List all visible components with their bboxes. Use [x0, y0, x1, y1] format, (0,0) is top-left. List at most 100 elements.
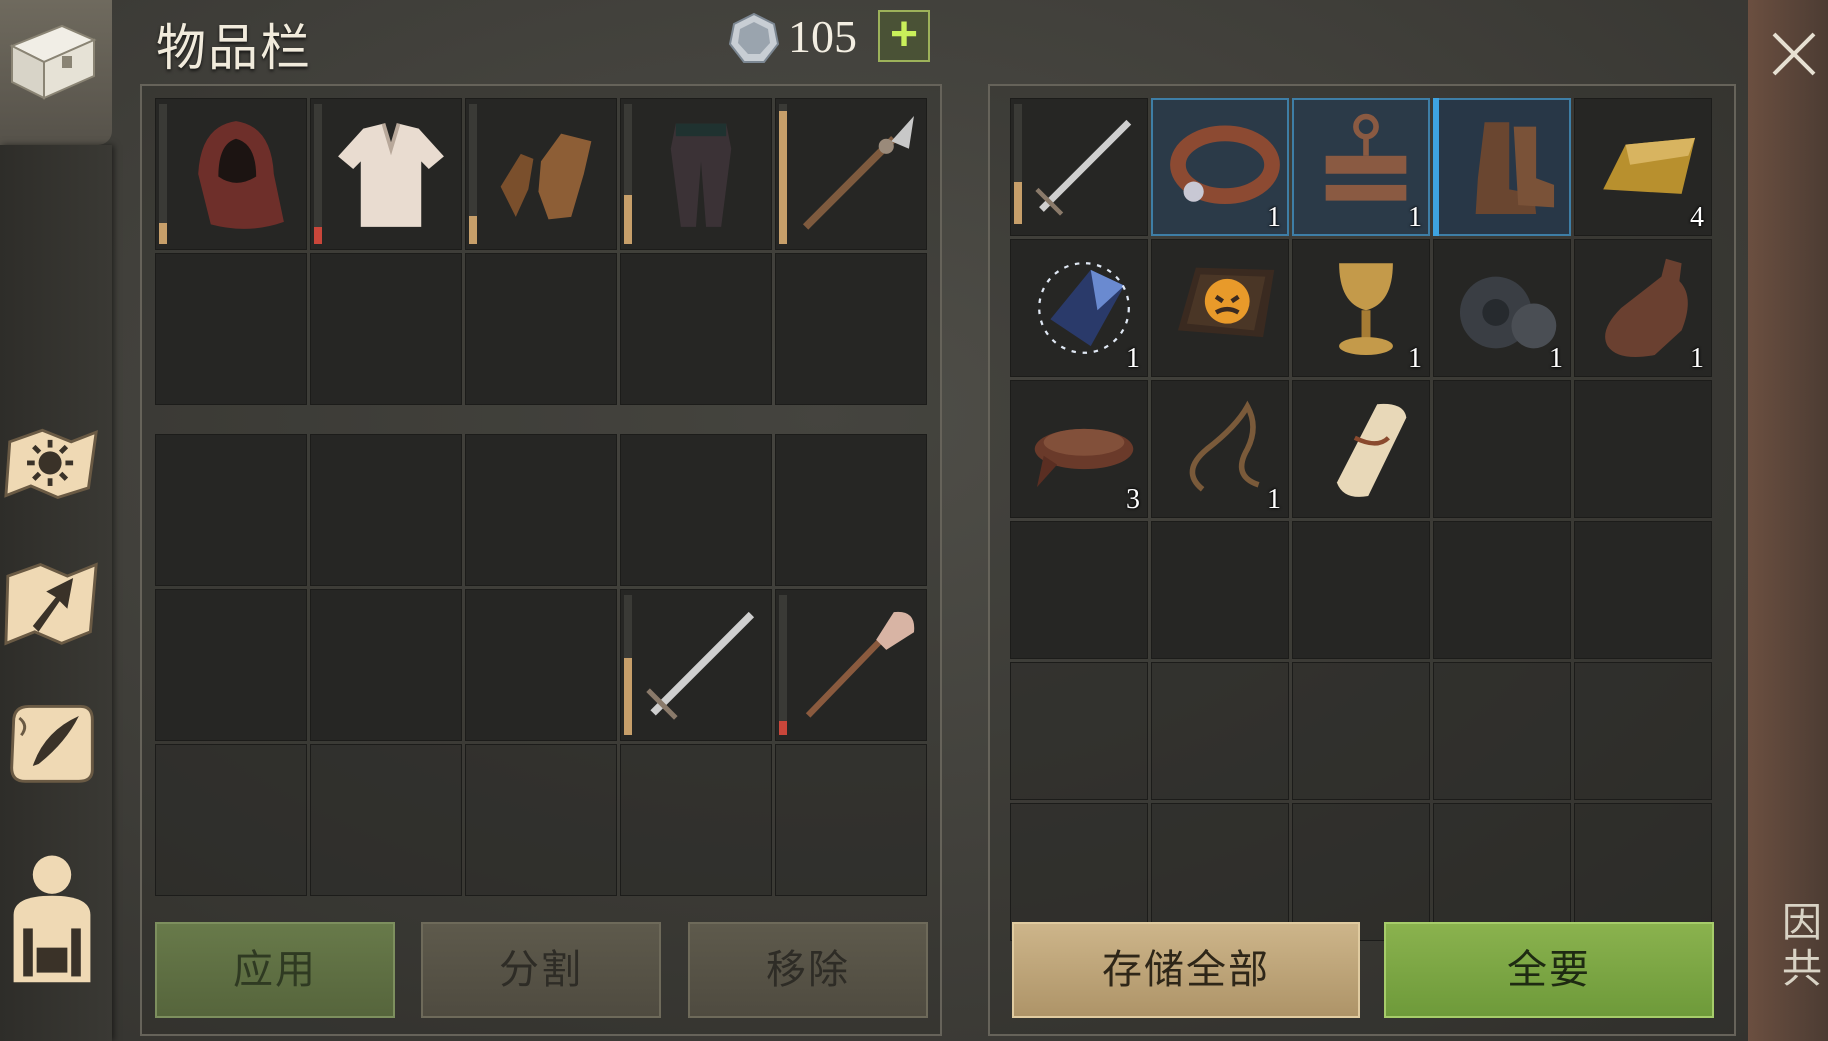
backpack-grid	[155, 434, 927, 896]
empty-slot[interactable]	[1010, 521, 1148, 659]
stocks-icon	[1310, 106, 1422, 228]
tunic-icon	[328, 106, 454, 242]
durability-bar	[779, 104, 787, 244]
side-panel-edge	[1748, 0, 1828, 1041]
empty-slot[interactable]	[310, 744, 462, 896]
item-slot-scroll[interactable]	[1292, 380, 1430, 518]
bottle-icon	[1592, 247, 1704, 369]
item-slot-gold-bar[interactable]: 4	[1574, 98, 1712, 236]
silver-coin-icon	[728, 12, 780, 64]
empty-slot[interactable]	[310, 253, 462, 405]
empty-slot[interactable]	[1433, 662, 1571, 800]
item-slot-gears[interactable]: 1	[1433, 239, 1571, 377]
empty-slot[interactable]	[620, 744, 772, 896]
sidebar-item-map[interactable]	[4, 413, 100, 509]
item-slot-spear[interactable]	[775, 98, 927, 250]
item-slot-shovel[interactable]	[775, 589, 927, 741]
empty-slot[interactable]	[1292, 803, 1430, 941]
empty-slot[interactable]	[1433, 803, 1571, 941]
empty-slot[interactable]	[310, 589, 462, 741]
item-quantity: 4	[1690, 202, 1704, 233]
empty-slot[interactable]	[1151, 521, 1289, 659]
empty-slot[interactable]	[775, 744, 927, 896]
item-slot-stocks[interactable]: 1	[1292, 98, 1430, 236]
empty-slot[interactable]	[620, 434, 772, 586]
pants-icon	[638, 106, 764, 242]
empty-slot[interactable]	[1574, 380, 1712, 518]
empty-slot[interactable]	[1574, 662, 1712, 800]
empty-slot[interactable]	[155, 434, 307, 586]
item-quantity: 1	[1408, 202, 1422, 233]
empty-slot[interactable]	[465, 434, 617, 586]
empty-slot[interactable]	[1010, 662, 1148, 800]
item-slot-tunic[interactable]	[310, 98, 462, 250]
item-slot-boots[interactable]	[1433, 98, 1571, 236]
take-all-button[interactable]: 全要	[1384, 922, 1714, 1018]
empty-slot[interactable]	[465, 744, 617, 896]
item-quantity: 1	[1549, 343, 1563, 374]
split-button[interactable]: 分割	[421, 922, 661, 1018]
sidebar-item-character[interactable]	[4, 845, 100, 985]
empty-slot[interactable]	[465, 589, 617, 741]
empty-slot[interactable]	[155, 253, 307, 405]
empty-slot[interactable]	[155, 589, 307, 741]
empty-slot[interactable]	[1433, 380, 1571, 518]
empty-slot[interactable]	[1151, 662, 1289, 800]
rope-icon	[1169, 388, 1281, 510]
item-slot-gloves[interactable]	[465, 98, 617, 250]
add-coins-button[interactable]: +	[878, 10, 930, 62]
page-title: 物品栏	[156, 20, 312, 76]
gold-bar-icon	[1592, 106, 1704, 228]
close-button[interactable]	[1760, 20, 1828, 88]
hood-icon	[173, 106, 299, 242]
empty-slot[interactable]	[1010, 803, 1148, 941]
empty-slot[interactable]	[775, 253, 927, 405]
inventory-tab[interactable]	[0, 0, 112, 145]
durability-bar	[1014, 104, 1022, 224]
shovel-icon	[793, 597, 919, 733]
item-slot-pants[interactable]	[620, 98, 772, 250]
item-slot-bottle[interactable]: 1	[1574, 239, 1712, 377]
durability-bar	[779, 595, 787, 735]
item-slot-sword[interactable]	[620, 589, 772, 741]
empty-slot[interactable]	[465, 253, 617, 405]
sun-map-icon	[4, 428, 98, 500]
empty-slot[interactable]	[1433, 521, 1571, 659]
apply-button[interactable]: 应用	[155, 922, 395, 1018]
gears-icon	[1451, 247, 1563, 369]
sword-icon	[1028, 106, 1140, 228]
item-slot-rope[interactable]: 1	[1151, 380, 1289, 518]
goblet-icon	[1310, 247, 1422, 369]
store-all-button[interactable]: 存储全部	[1012, 922, 1360, 1018]
empty-slot[interactable]	[620, 253, 772, 405]
arrow-map-icon	[4, 562, 98, 646]
sidebar-item-quests[interactable]	[4, 555, 100, 651]
empty-slot[interactable]	[775, 434, 927, 586]
item-quantity: 1	[1690, 343, 1704, 374]
item-slot-crystal[interactable]: 1	[1010, 239, 1148, 377]
chest-icon	[9, 24, 97, 100]
empty-slot[interactable]	[310, 434, 462, 586]
storage-grid: 1 1 4 1 1 1 1 3 1	[1010, 98, 1712, 941]
boots-icon	[1451, 106, 1563, 228]
item-quantity: 1	[1267, 202, 1281, 233]
sidebar-item-journal[interactable]	[4, 693, 100, 789]
collar-icon	[1169, 106, 1281, 228]
item-quantity: 3	[1126, 484, 1140, 515]
empty-slot[interactable]	[155, 744, 307, 896]
empty-slot[interactable]	[1292, 521, 1430, 659]
item-slot-collar[interactable]: 1	[1151, 98, 1289, 236]
scroll-icon	[1310, 388, 1422, 510]
empty-slot[interactable]	[1292, 662, 1430, 800]
item-slot-leather[interactable]: 3	[1010, 380, 1148, 518]
empty-slot[interactable]	[1151, 803, 1289, 941]
item-slot-goblet[interactable]: 1	[1292, 239, 1430, 377]
remove-button[interactable]: 移除	[688, 922, 928, 1018]
item-slot-book[interactable]	[1151, 239, 1289, 377]
item-slot-sword[interactable]	[1010, 98, 1148, 236]
empty-slot[interactable]	[1574, 803, 1712, 941]
item-slot-hood[interactable]	[155, 98, 307, 250]
durability-bar	[624, 104, 632, 244]
empty-slot[interactable]	[1574, 521, 1712, 659]
side-panel-label: 因 共	[1782, 901, 1822, 991]
